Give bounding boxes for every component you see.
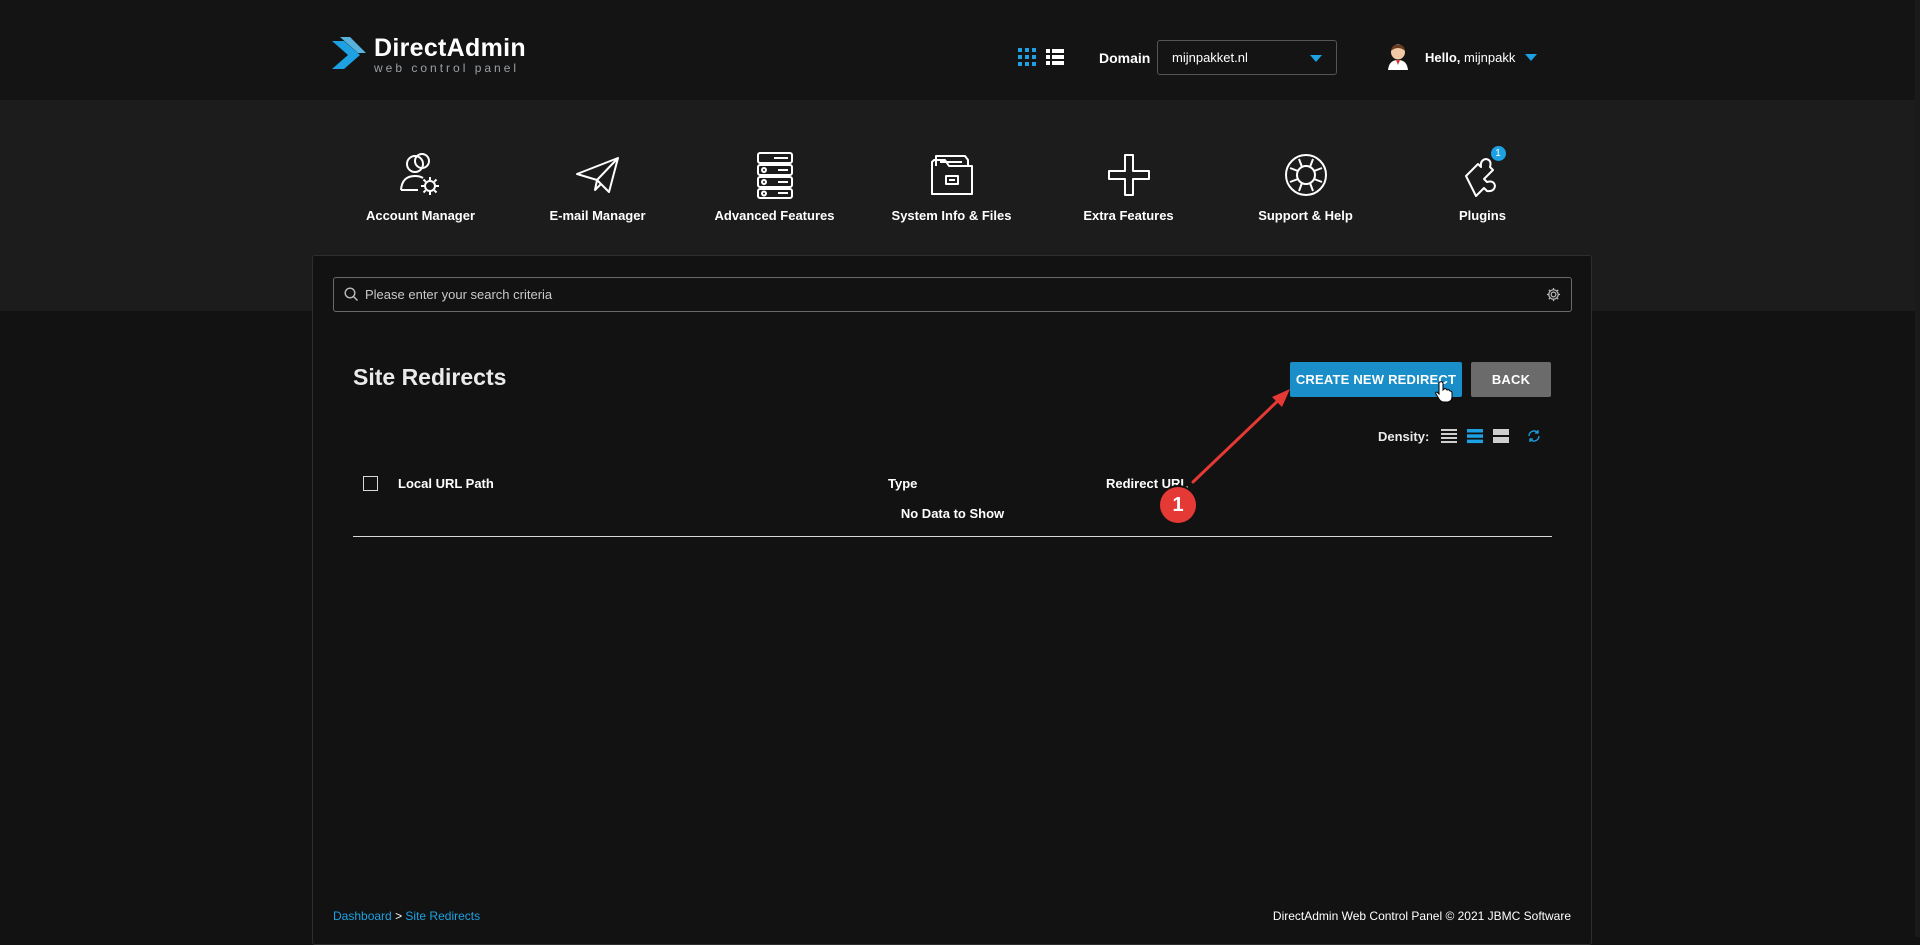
user-menu[interactable]: Hello, mijnpakk (1386, 44, 1538, 70)
nav-label: Support & Help (1258, 208, 1353, 223)
server-icon (756, 152, 793, 199)
empty-table-message: No Data to Show (900, 506, 1005, 521)
annotation-arrow (1191, 389, 1290, 484)
density-normal-icon[interactable] (1467, 428, 1484, 444)
nav-label: E-mail Manager (549, 208, 646, 223)
nav-label: Extra Features (1083, 208, 1174, 223)
copyright-text: DirectAdmin Web Control Panel © 2021 JBM… (1272, 909, 1571, 923)
breadcrumb-site-redirects[interactable]: Site Redirects (405, 909, 480, 923)
refresh-icon[interactable] (1527, 429, 1541, 443)
gear-icon[interactable] (1546, 287, 1561, 302)
logo-subtitle: web control panel (374, 61, 520, 75)
table-header: Local URL Path Type Redirect URL (353, 468, 1552, 498)
paper-plane-icon (575, 157, 619, 193)
grid-view-icon[interactable] (1018, 48, 1036, 71)
domain-select[interactable]: mijnpakket.nl (1157, 40, 1337, 75)
domain-label: Domain (1099, 50, 1151, 66)
plus-icon (1107, 154, 1150, 196)
breadcrumb: Dashboard > Site Redirects (333, 909, 480, 923)
back-button[interactable]: BACK (1471, 362, 1551, 397)
nav-system-info-files[interactable]: System Info & Files (863, 150, 1040, 223)
search-icon (344, 287, 359, 302)
lifebuoy-icon (1284, 154, 1327, 196)
list-view-icon[interactable] (1046, 48, 1064, 71)
folder-icon (930, 155, 973, 195)
nav-support-help[interactable]: Support & Help (1217, 150, 1394, 223)
directadmin-logo-icon (332, 37, 366, 69)
breadcrumb-separator: > (395, 909, 403, 923)
main-nav: Account Manager E-mail Manager Advanced … (332, 146, 1571, 223)
directadmin-logo[interactable]: DirectAdmin web control panel (330, 35, 526, 75)
nav-label: Advanced Features (714, 208, 835, 223)
table-divider (353, 536, 1552, 537)
breadcrumb-dashboard[interactable]: Dashboard (333, 909, 392, 923)
account-manager-icon (399, 153, 439, 195)
column-local-url-path[interactable]: Local URL Path (398, 476, 494, 491)
hand-cursor-icon (1435, 381, 1453, 403)
nav-account-manager[interactable]: Account Manager (332, 150, 509, 223)
nav-label: Account Manager (365, 208, 476, 223)
chevron-down-icon (1525, 53, 1538, 61)
nav-label: System Info & Files (891, 208, 1012, 223)
plugins-badge: 1 (1490, 146, 1506, 161)
top-header: DirectAdmin web control panel Domain mij… (0, 0, 1920, 100)
nav-extra-features[interactable]: Extra Features (1040, 150, 1217, 223)
nav-plugins[interactable]: 1 Plugins (1394, 146, 1571, 223)
nav-advanced-features[interactable]: Advanced Features (686, 150, 863, 223)
nav-label: Plugins (1459, 208, 1506, 223)
nav-email-manager[interactable]: E-mail Manager (509, 150, 686, 223)
density-label: Density: (1378, 428, 1430, 444)
view-toggle (1018, 48, 1064, 71)
column-type[interactable]: Type (888, 476, 917, 491)
page-title: Site Redirects (353, 364, 507, 390)
greeting-text: Hello, (1425, 49, 1461, 65)
density-comfortable-icon[interactable] (1493, 428, 1510, 444)
username: mijnpakk (1464, 49, 1516, 65)
plugins-icon-wrap: 1 (1458, 146, 1508, 200)
density-compact-icon[interactable] (1441, 428, 1458, 444)
content-panel: Site Redirects CREATE NEW REDIRECT BACK … (312, 255, 1592, 945)
search-input[interactable] (359, 278, 1546, 311)
avatar (1388, 44, 1408, 70)
search-bar (333, 277, 1572, 312)
logo-name: DirectAdmin (374, 34, 526, 62)
chevron-down-icon (1310, 55, 1322, 62)
domain-select-value: mijnpakket.nl (1172, 50, 1248, 65)
annotation-step-badge: 1 (1160, 487, 1196, 523)
density-controls: Density: (1378, 428, 1541, 444)
select-all-checkbox[interactable] (363, 476, 378, 491)
scrollbar[interactable] (1915, 0, 1920, 937)
